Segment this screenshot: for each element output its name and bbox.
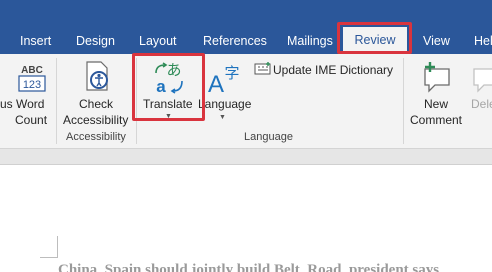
tab-design[interactable]: Design: [76, 31, 115, 51]
check-accessibility-line1: Check: [79, 97, 114, 111]
new-comment-line2: Comment: [410, 113, 463, 127]
separator: [56, 58, 57, 144]
svg-text:ABC: ABC: [21, 65, 43, 76]
language-dropdown-icon: ▼: [219, 114, 226, 121]
accessibility-icon: [86, 61, 108, 91]
new-comment-icon: [424, 62, 450, 93]
tab-help[interactable]: Hel: [474, 31, 492, 51]
new-comment-button[interactable]: New Comment: [406, 60, 468, 130]
word-count-line2: Count: [15, 113, 48, 127]
word-count-line1: Word: [16, 97, 45, 111]
word-count-icon: ABC 123: [18, 65, 46, 92]
check-accessibility-line2: Accessibility: [63, 113, 129, 127]
check-accessibility-button[interactable]: Check Accessibility: [62, 60, 132, 130]
accessibility-group-label: Accessibility: [66, 131, 126, 143]
tab-review[interactable]: Review: [343, 27, 407, 54]
tab-view[interactable]: View: [423, 31, 450, 51]
delete-comment-button[interactable]: Dele: [468, 60, 492, 130]
update-ime-dictionary-label: Update IME Dictionary: [273, 63, 394, 77]
ime-dictionary-icon: [254, 62, 271, 75]
translate-label: Translate: [143, 97, 193, 111]
ribbon-bottom-strip: [0, 149, 492, 165]
document-text[interactable]: China, Spain should jointly build Belt, …: [58, 262, 439, 272]
language-icon: A 字: [208, 64, 240, 95]
tab-layout[interactable]: Layout: [139, 31, 177, 51]
separator: [403, 58, 404, 144]
new-comment-line1: New: [424, 97, 449, 111]
translate-dropdown-icon: ▼: [165, 113, 172, 120]
svg-text:a: a: [156, 77, 166, 95]
translate-button[interactable]: あ a Translate ▼: [138, 58, 202, 120]
svg-text:字: 字: [224, 64, 239, 82]
svg-text:123: 123: [23, 79, 41, 91]
language-group-label: Language: [244, 131, 293, 143]
separator: [136, 58, 137, 144]
language-label: Language: [198, 97, 252, 111]
partial-button-label[interactable]: us: [0, 96, 13, 112]
document-page[interactable]: [0, 166, 492, 272]
tab-references[interactable]: References: [203, 31, 267, 51]
delete-comment-label: Dele: [471, 97, 492, 111]
svg-text:A: A: [208, 71, 224, 95]
tab-mailings[interactable]: Mailings: [287, 31, 333, 51]
word-count-button[interactable]: ABC 123 Word Count: [14, 60, 50, 130]
margin-corner-mark: [40, 236, 58, 258]
language-button[interactable]: A 字 Language ▼: [198, 58, 252, 128]
delete-comment-icon: [473, 68, 492, 93]
update-ime-dictionary-button[interactable]: Update IME Dictionary: [252, 61, 398, 79]
translate-icon: あ a: [155, 61, 183, 95]
svg-text:あ: あ: [166, 61, 181, 79]
tab-insert[interactable]: Insert: [20, 31, 51, 51]
